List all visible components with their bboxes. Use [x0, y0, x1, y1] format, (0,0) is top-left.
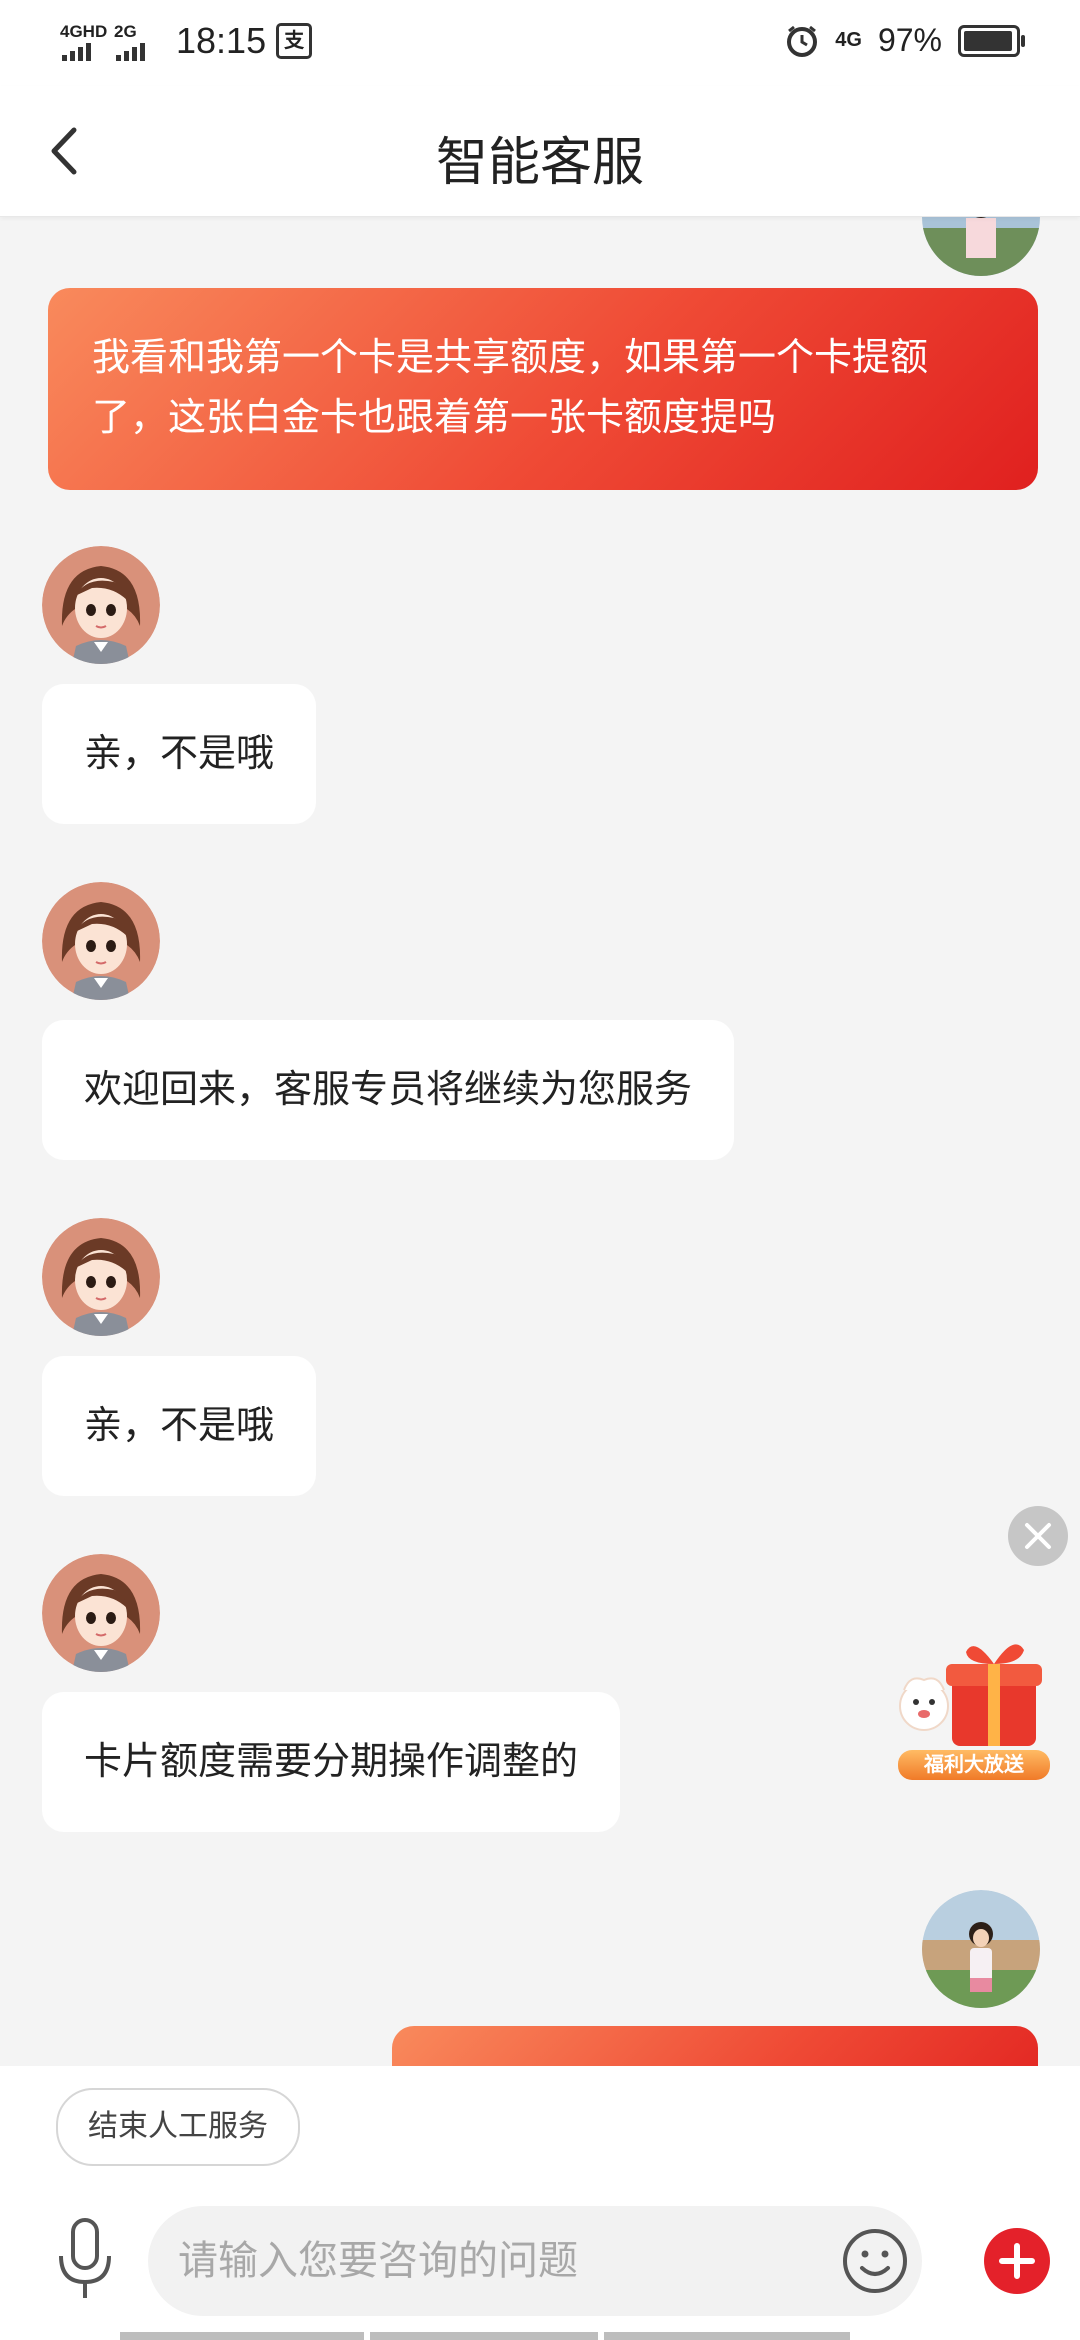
agent-message-bubble: 亲，不是哦 [42, 1356, 317, 1496]
microphone-icon [59, 2218, 111, 2298]
nav-bar: 智能客服 [0, 86, 1080, 217]
agent-avatar [42, 882, 160, 1000]
battery-icon [958, 24, 1025, 57]
agent-avatar [42, 1218, 160, 1336]
more-options-button[interactable] [984, 2228, 1050, 2294]
message-input[interactable]: 请输入您要咨询的问题 [148, 2206, 922, 2316]
voice-input-button[interactable] [50, 2216, 120, 2306]
smiley-icon [843, 2229, 907, 2293]
agent-avatar [42, 1554, 160, 1672]
user-avatar [922, 1890, 1040, 2008]
network-label-3: 4G [835, 29, 862, 51]
agent-message-bubble: 欢迎回来，客服专员将继续为您服务 [42, 1020, 735, 1160]
plus-icon [999, 2243, 1035, 2279]
close-icon [1025, 1523, 1051, 1549]
emoji-button[interactable] [840, 2226, 910, 2296]
input-placeholder: 请输入您要咨询的问题 [178, 2239, 578, 2283]
message-text: 亲，不是哦 [84, 1405, 275, 1447]
status-left: 4GHD 2G 18:15 支 [60, 20, 313, 62]
signal-2g-icon: 2G [114, 21, 158, 61]
signal-4g-icon: 4GHD [60, 21, 108, 61]
chat-area[interactable]: 我看和我第一个卡是共享额度，如果第一个卡提额了，这张白金卡也跟着第一张卡额度提吗… [0, 216, 1080, 2066]
agent-message-bubble: 卡片额度需要分期操作调整的 [42, 1692, 621, 1832]
message-text: 亲，不是哦 [84, 733, 275, 775]
promo-gift-button[interactable]: 福利大放送 [890, 1630, 1050, 1780]
user-message-bubble: 我看和我第一个卡是共享额度，如果第一个卡提额了，这张白金卡也跟着第一张卡额度提吗 [48, 288, 1038, 490]
promo-label: 福利大放送 [898, 1750, 1050, 1780]
status-bar: 4GHD 2G 18:15 支 4G 97% [0, 0, 1080, 86]
message-text: 欢迎回来，客服专员将继续为您服务 [84, 1069, 693, 1111]
user-avatar [922, 216, 1040, 276]
status-time: 18:15 [176, 20, 267, 61]
battery-percent: 97% [877, 22, 942, 58]
end-service-button[interactable]: 结束人工服务 [56, 2088, 300, 2166]
network-label-2: 2G [114, 22, 137, 41]
status-right: 4G 97% [785, 22, 1025, 59]
alarm-icon [787, 25, 818, 57]
home-indicator [120, 2332, 960, 2340]
agent-message-bubble: 亲，不是哦 [42, 684, 317, 824]
page-title: 智能客服 [435, 134, 644, 192]
user-message-bubble-partial [392, 2026, 1038, 2066]
close-promo-button[interactable] [1008, 1506, 1068, 1566]
agent-avatar [42, 546, 160, 664]
alipay-icon: 支 [276, 23, 313, 59]
gift-box-icon [899, 1644, 1042, 1746]
message-text: 卡片额度需要分期操作调整的 [84, 1741, 579, 1783]
bottom-input-area: 结束人工服务 请输入您要咨询的问题 [0, 2066, 1080, 2340]
message-text: 我看和我第一个卡是共享额度，如果第一个卡提额了，这张白金卡也跟着第一张卡额度提吗 [92, 337, 929, 439]
network-label-1: 4GHD [60, 22, 108, 41]
